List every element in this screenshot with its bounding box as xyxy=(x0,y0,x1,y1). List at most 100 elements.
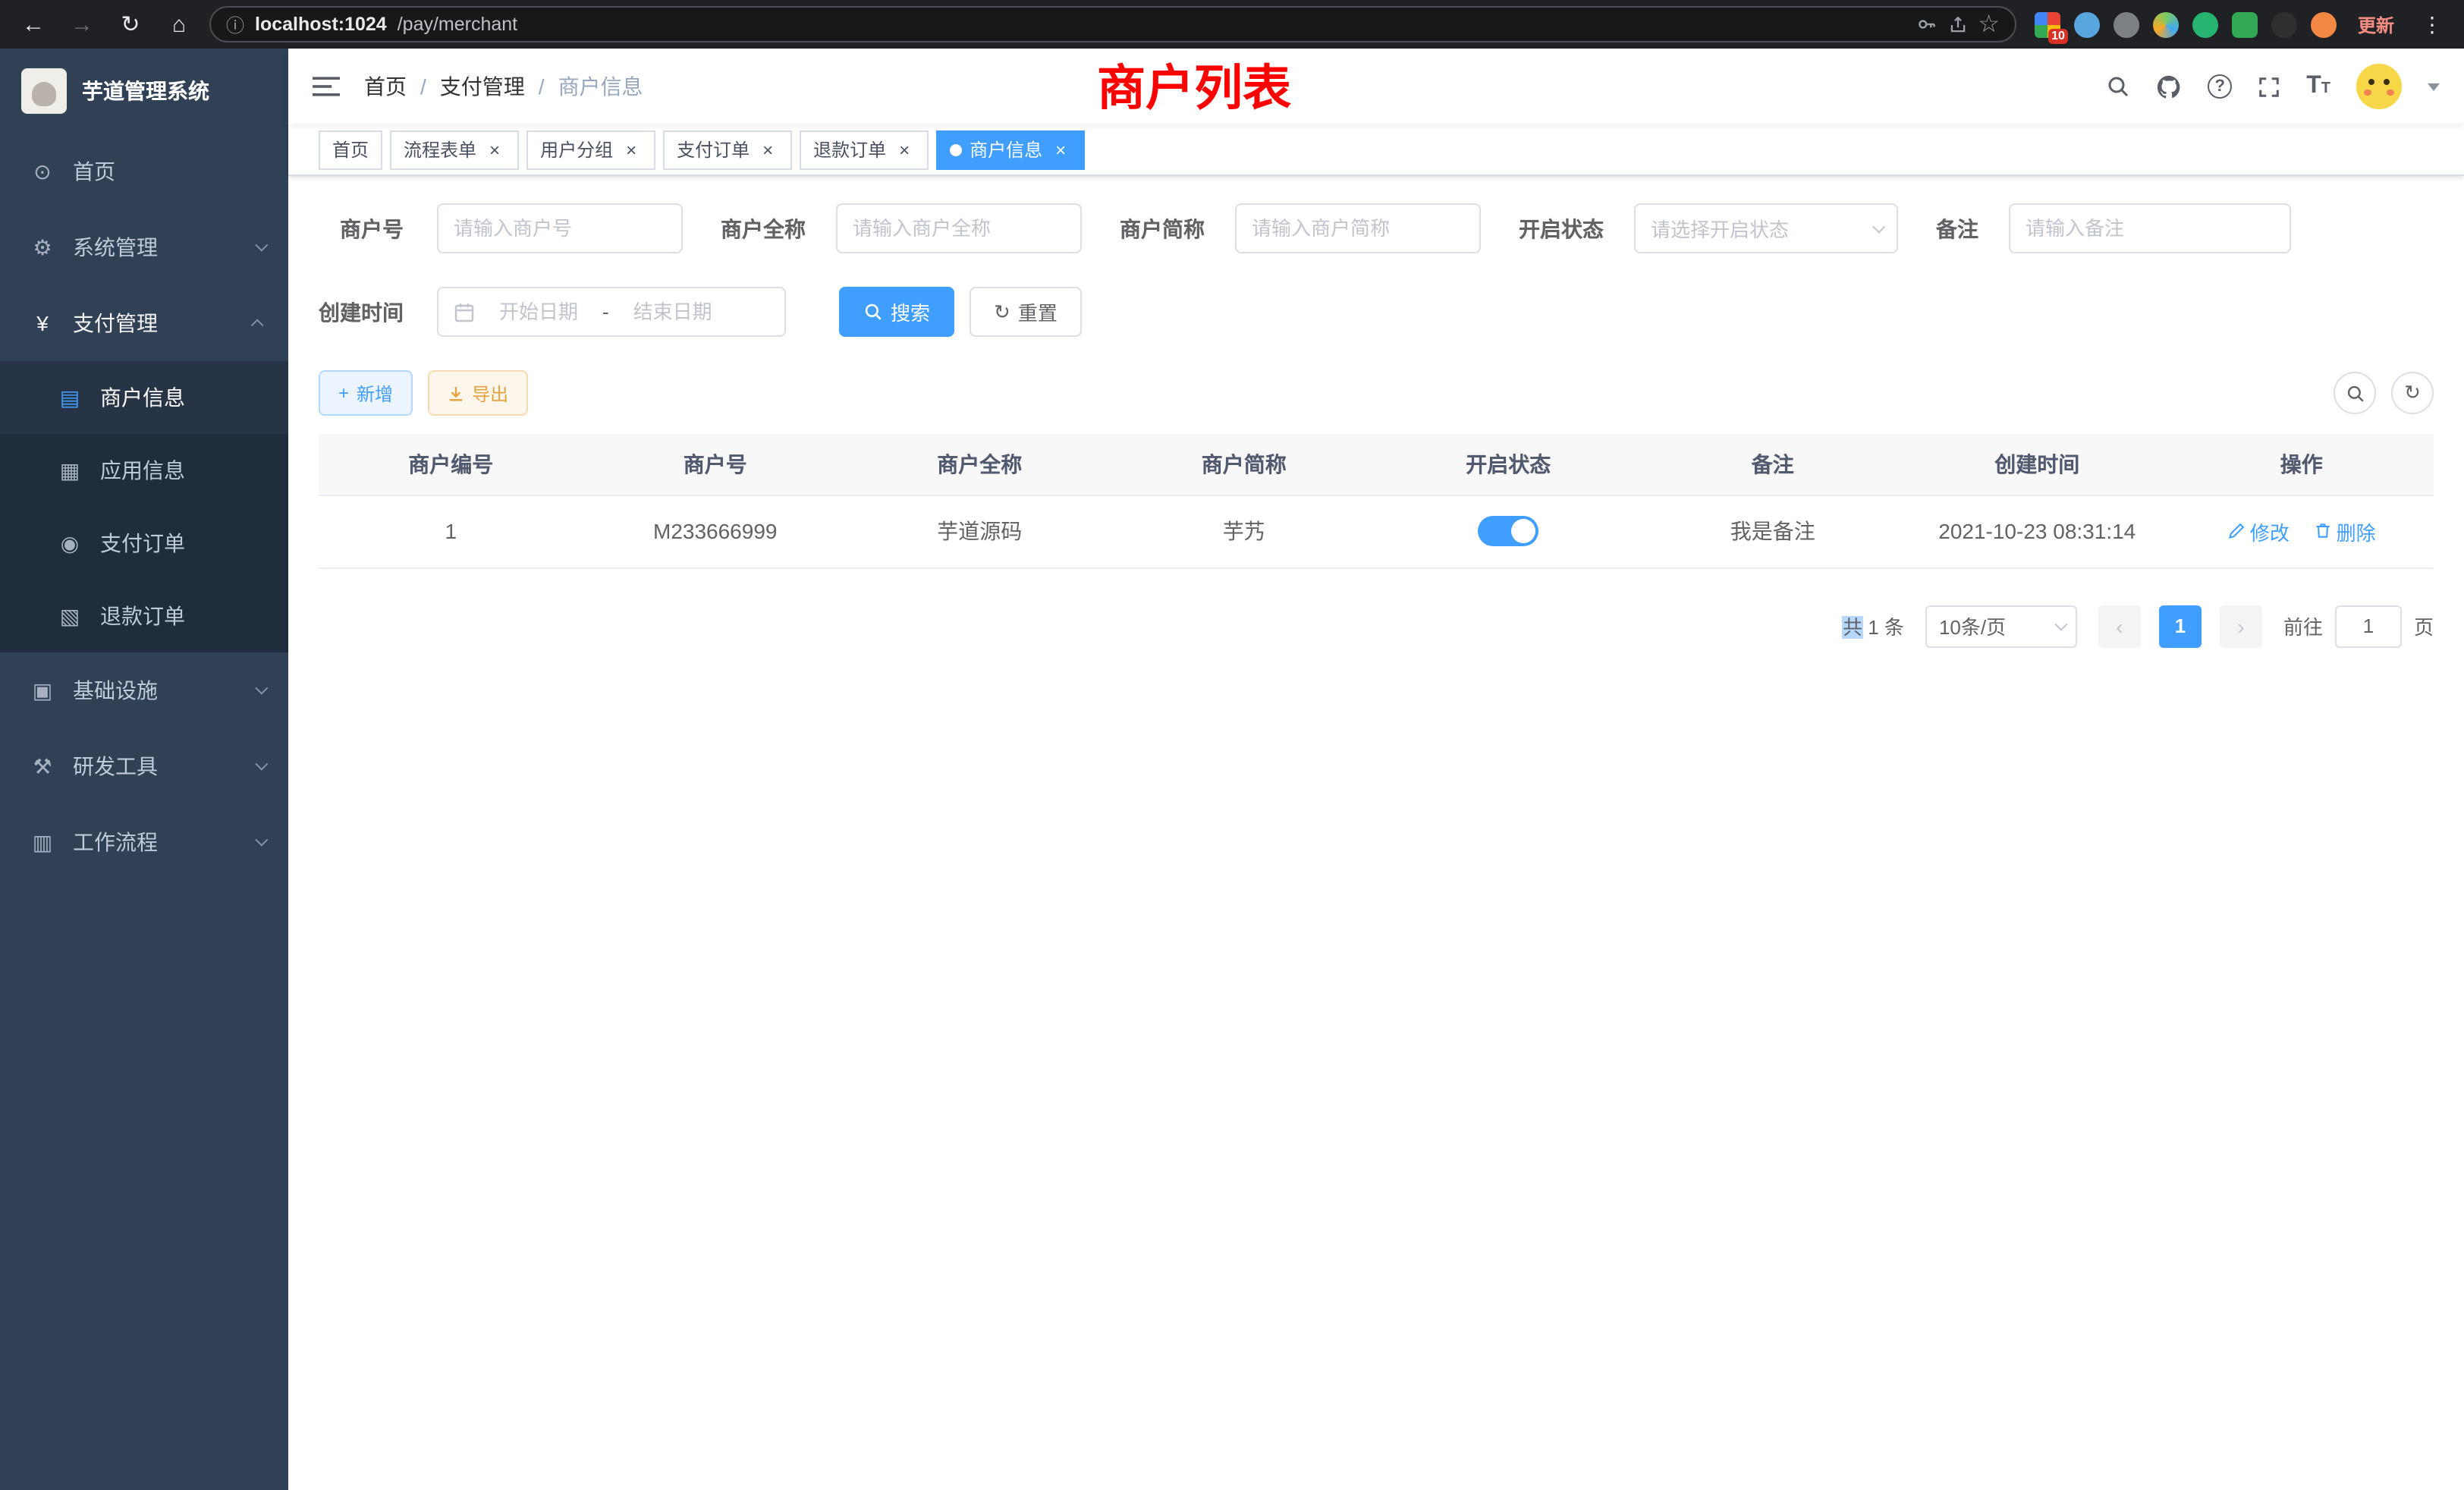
sidebar-menu: ⊙ 首页 ⚙ 系统管理 ¥ 支付管理 ▤ 商户信息 xyxy=(0,134,288,1490)
site-info-icon[interactable]: ⓘ xyxy=(226,11,244,37)
date-range-picker[interactable]: - xyxy=(437,287,786,337)
breadcrumb-home[interactable]: 首页 xyxy=(364,71,407,102)
hamburger-icon[interactable] xyxy=(313,73,340,100)
sidebar-item-app-info[interactable]: ▦ 应用信息 xyxy=(0,434,288,507)
fullscreen-icon[interactable] xyxy=(2258,75,2280,98)
url-path: /pay/merchant xyxy=(398,14,517,35)
cell-full-name: 芋道源码 xyxy=(847,495,1112,567)
tab-user-group[interactable]: 用户分组 × xyxy=(526,130,655,169)
sidebar-item-refund-order[interactable]: ▧ 退款订单 xyxy=(0,580,288,652)
full-name-input[interactable] xyxy=(836,203,1082,253)
close-icon[interactable]: × xyxy=(757,139,778,160)
extension-badge: 10 xyxy=(2048,28,2068,43)
page-1-button[interactable]: 1 xyxy=(2159,605,2202,647)
short-name-input[interactable] xyxy=(1235,203,1481,253)
browser-update-button[interactable]: 更新 xyxy=(2349,7,2403,42)
page-size-select[interactable]: 10条/页 xyxy=(1925,605,2077,647)
col-header: 商户简称 xyxy=(1112,434,1377,495)
help-icon[interactable]: ? xyxy=(2208,74,2232,99)
edit-link[interactable]: 修改 xyxy=(2227,517,2290,545)
merchant-no-input[interactable] xyxy=(437,203,683,253)
font-size-icon[interactable]: TT xyxy=(2306,73,2330,100)
add-button[interactable]: + 新增 xyxy=(319,370,413,416)
browser-menu-icon[interactable]: ⋮ xyxy=(2415,11,2449,37)
chevron-up-icon xyxy=(251,319,264,332)
status-select[interactable]: 请选择开启状态 xyxy=(1634,203,1898,253)
close-icon[interactable]: × xyxy=(1050,139,1071,160)
cell-remark: 我是备注 xyxy=(1641,495,1906,567)
status-toggle[interactable] xyxy=(1478,516,1538,546)
toggle-search-icon[interactable] xyxy=(2334,372,2376,414)
password-key-icon[interactable] xyxy=(1916,14,1937,35)
refresh-table-icon[interactable]: ↻ xyxy=(2391,372,2434,414)
prev-page-button[interactable]: ‹ xyxy=(2098,605,2141,647)
search-button[interactable]: 搜索 xyxy=(839,287,954,337)
extension-icon[interactable]: 10 xyxy=(2035,11,2060,37)
date-start-input[interactable] xyxy=(484,300,593,323)
sidebar-item-payment[interactable]: ¥ 支付管理 xyxy=(0,285,288,361)
chevron-down-icon xyxy=(255,682,268,695)
filter-row-1: 商户号 商户全称 商户简称 开启状态 请选择开启状态 xyxy=(319,203,2434,253)
sidebar-item-workflow[interactable]: ▥ 工作流程 xyxy=(0,804,288,880)
search-icon[interactable] xyxy=(2106,74,2130,99)
tab-pay-order[interactable]: 支付订单 × xyxy=(663,130,792,169)
table-row: 1 M233666999 芋道源码 芋艿 我是备注 2021-10-23 08:… xyxy=(319,495,2434,567)
browser-reload-button[interactable]: ↻ xyxy=(112,6,149,42)
tab-refund-order[interactable]: 退款订单 × xyxy=(800,130,929,169)
extension-icon[interactable] xyxy=(2192,11,2218,37)
reset-button[interactable]: ↻ 重置 xyxy=(970,287,1082,337)
workflow-icon: ▥ xyxy=(30,829,55,855)
cell-create-time: 2021-10-23 08:31:14 xyxy=(1905,495,2170,567)
app-logo[interactable]: 芋道管理系统 xyxy=(0,49,288,134)
bookmark-star-icon[interactable]: ☆ xyxy=(1978,9,2000,39)
delete-link[interactable]: 删除 xyxy=(2314,517,2376,545)
profile-avatar-icon[interactable] xyxy=(2311,11,2337,37)
table-tools: ↻ xyxy=(2334,372,2434,414)
sidebar-item-devtools[interactable]: ⚒ 研发工具 xyxy=(0,728,288,804)
download-icon xyxy=(448,385,464,401)
goto-page: 前往 页 xyxy=(2283,605,2434,647)
browser-back-button[interactable]: ← xyxy=(15,6,52,42)
breadcrumb-section[interactable]: 支付管理 xyxy=(440,71,525,102)
tab-home[interactable]: 首页 xyxy=(319,130,382,169)
extension-icon[interactable] xyxy=(2271,11,2297,37)
browser-chrome: ← → ↻ ⌂ ⓘ localhost:1024/pay/merchant ☆ … xyxy=(0,0,2464,49)
avatar-caret-icon[interactable] xyxy=(2428,83,2440,90)
avatar-cheek xyxy=(2387,90,2394,96)
export-button[interactable]: 导出 xyxy=(428,370,528,416)
cell-actions: 修改 删除 xyxy=(2170,495,2434,567)
sidebar-item-home[interactable]: ⊙ 首页 xyxy=(0,134,288,209)
chevron-down-icon xyxy=(1872,220,1885,233)
close-icon[interactable]: × xyxy=(621,139,642,160)
page-annotation: 商户列表 xyxy=(1097,61,1291,117)
github-icon[interactable] xyxy=(2156,74,2182,99)
sidebar-item-system[interactable]: ⚙ 系统管理 xyxy=(0,209,288,285)
filter-remark: 备注 xyxy=(1936,203,2291,253)
extension-icon[interactable] xyxy=(2114,11,2139,37)
remark-input[interactable] xyxy=(2009,203,2291,253)
goto-page-input[interactable] xyxy=(2335,605,2402,647)
extension-icon[interactable] xyxy=(2153,11,2179,37)
sidebar-item-infra[interactable]: ▣ 基础设施 xyxy=(0,652,288,728)
browser-forward-button[interactable]: → xyxy=(64,6,100,42)
share-icon[interactable] xyxy=(1947,14,1967,34)
cell-merchant-no: M233666999 xyxy=(583,495,848,567)
field-label: 创建时间 xyxy=(319,297,404,327)
user-avatar[interactable] xyxy=(2356,64,2402,109)
extension-icon[interactable] xyxy=(2074,11,2100,37)
chevron-down-icon xyxy=(2054,618,2067,630)
next-page-button[interactable]: › xyxy=(2220,605,2262,647)
col-header: 备注 xyxy=(1641,434,1906,495)
extension-icon[interactable] xyxy=(2232,11,2258,37)
sidebar-item-merchant-info[interactable]: ▤ 商户信息 xyxy=(0,361,288,434)
tab-process-form[interactable]: 流程表单 × xyxy=(390,130,519,169)
close-icon[interactable]: × xyxy=(894,139,915,160)
date-end-input[interactable] xyxy=(618,300,728,323)
browser-home-button[interactable]: ⌂ xyxy=(161,6,197,42)
tab-merchant-info[interactable]: 商户信息 × xyxy=(936,130,1085,169)
col-header: 操作 xyxy=(2170,434,2434,495)
url-bar[interactable]: ⓘ localhost:1024/pay/merchant ☆ xyxy=(209,6,2016,42)
navbar-actions: ? TT xyxy=(2106,64,2440,109)
sidebar-item-pay-order[interactable]: ◉ 支付订单 xyxy=(0,507,288,580)
close-icon[interactable]: × xyxy=(484,139,505,160)
